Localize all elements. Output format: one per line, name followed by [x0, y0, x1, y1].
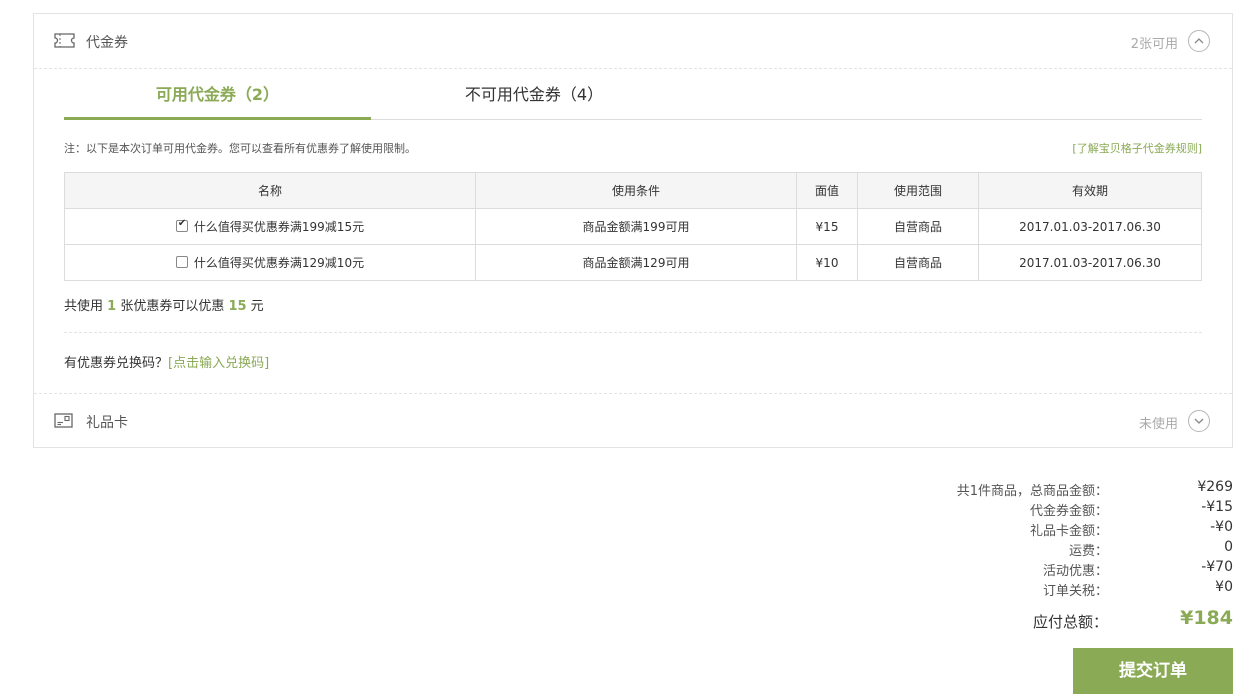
- chevron-up-icon[interactable]: [1188, 30, 1210, 52]
- gift-card-status: 未使用: [1138, 417, 1178, 432]
- gift-card-section-title: 礼品卡: [86, 415, 128, 431]
- gift-card-section-header[interactable]: 礼品卡 未使用: [34, 393, 1232, 448]
- tab-unavailable-coupons[interactable]: 不可用代金券（4）: [424, 70, 644, 120]
- total-value: 0: [1224, 539, 1233, 555]
- coupon-condition: 商品金额满199可用: [475, 208, 797, 245]
- coupon-available-count: 2张可用: [1130, 37, 1178, 52]
- summary-suffix: 元: [246, 299, 264, 314]
- exchange-code-label: 有优惠券兑换码？: [64, 356, 169, 371]
- coupon-validity: 2017.01.03-2017.06.30: [978, 208, 1202, 245]
- column-header-scope: 使用范围: [857, 172, 979, 209]
- coupon-scope: 自营商品: [857, 244, 979, 281]
- coupon-section-header[interactable]: 代金券 2张可用: [34, 14, 1232, 69]
- column-header-validity: 有效期: [978, 172, 1202, 209]
- coupon-checkbox[interactable]: [175, 218, 188, 232]
- total-row-shipping: 运费： 0: [833, 538, 1233, 559]
- coupon-scope: 自营商品: [857, 208, 979, 245]
- column-header-condition: 使用条件: [475, 172, 797, 209]
- coupon-tabs: 可用代金券（2） 不可用代金券（4）: [64, 70, 1202, 120]
- summary-middle: 张优惠券可以优惠: [116, 299, 229, 314]
- coupon-name-cell: 什么值得买优惠券满129减10元: [64, 244, 476, 281]
- summary-amount: 15: [228, 299, 247, 314]
- chevron-down-icon[interactable]: [1188, 410, 1210, 432]
- grand-total-label: 应付总额：: [1032, 613, 1108, 631]
- order-totals: 共1件商品，总商品金额： ¥269 代金券金额： -¥15 礼品卡金额： -¥0 运费…: [833, 478, 1233, 636]
- column-header-value: 面值: [796, 172, 858, 209]
- total-row-promotion: 活动优惠： -¥70: [833, 558, 1233, 579]
- coupon-checkbox[interactable]: [175, 256, 188, 268]
- coupon-name: 什么值得买优惠券满129减10元: [193, 256, 365, 270]
- column-header-name: 名称: [64, 172, 476, 209]
- table-header-row: 名称 使用条件 面值 使用范围 有效期: [64, 172, 1202, 209]
- coupon-table: 名称 使用条件 面值 使用范围 有效期 什么值得买优惠券满199减15元 商品金…: [64, 172, 1202, 281]
- divider: [64, 332, 1202, 333]
- total-label: 运费：: [1068, 544, 1108, 559]
- total-value: ¥0: [1215, 579, 1233, 595]
- coupon-name: 什么值得买优惠券满199减15元: [193, 220, 365, 234]
- total-label: 代金券金额：: [1029, 504, 1108, 519]
- coupon-section-title: 代金券: [86, 35, 128, 51]
- coupon-note: 注：以下是本次订单可用代金券。您可以查看所有优惠券了解使用限制。: [64, 142, 416, 155]
- exchange-code-link[interactable]: [点击输入兑换码]: [168, 356, 269, 371]
- payment-options-panel: 代金券 2张可用 可用代金券（2） 不可用代金券（4） 注：以下是本次订单可用代…: [33, 13, 1233, 448]
- total-value: -¥0: [1210, 519, 1233, 535]
- summary-count: 1: [107, 299, 117, 314]
- total-label: 共1件商品，总商品金额：: [956, 484, 1108, 499]
- total-value: -¥70: [1201, 559, 1233, 575]
- total-label: 礼品卡金额：: [1029, 524, 1108, 539]
- total-row-goods: 共1件商品，总商品金额： ¥269: [833, 478, 1233, 499]
- grand-total-value: ¥184: [1180, 607, 1233, 629]
- total-label: 活动优惠：: [1042, 564, 1108, 579]
- coupon-rules-link[interactable]: [了解宝贝格子代金券规则]: [1072, 140, 1202, 156]
- table-row: 什么值得买优惠券满129减10元 商品金额满129可用 ¥10 自营商品 201…: [64, 244, 1202, 281]
- total-row-coupon: 代金券金额： -¥15: [833, 498, 1233, 519]
- coupon-value: ¥10: [796, 244, 858, 281]
- table-row: 什么值得买优惠券满199减15元 商品金额满199可用 ¥15 自营商品 201…: [64, 208, 1202, 245]
- tab-available-coupons[interactable]: 可用代金券（2）: [64, 70, 371, 120]
- summary-prefix: 共使用: [64, 299, 108, 314]
- submit-order-button[interactable]: 提交订单: [1073, 648, 1233, 694]
- coupon-validity: 2017.01.03-2017.06.30: [978, 244, 1202, 281]
- gift-card-icon: [54, 413, 75, 428]
- coupon-value: ¥15: [796, 208, 858, 245]
- coupon-condition: 商品金额满129可用: [475, 244, 797, 281]
- exchange-code-row: 有优惠券兑换码？[点击输入兑换码]: [64, 352, 269, 371]
- total-value: -¥15: [1201, 499, 1233, 515]
- total-value: ¥269: [1197, 479, 1233, 495]
- ticket-icon: [54, 33, 75, 48]
- coupon-usage-summary: 共使用 1 张优惠券可以优惠 15 元: [64, 295, 264, 314]
- grand-total-row: 应付总额： ¥184: [833, 602, 1233, 636]
- coupon-name-cell: 什么值得买优惠券满199减15元: [64, 208, 476, 245]
- total-row-gift-card: 礼品卡金额： -¥0: [833, 518, 1233, 539]
- total-row-tax: 订单关税： ¥0: [833, 578, 1233, 599]
- total-label: 订单关税：: [1042, 584, 1108, 599]
